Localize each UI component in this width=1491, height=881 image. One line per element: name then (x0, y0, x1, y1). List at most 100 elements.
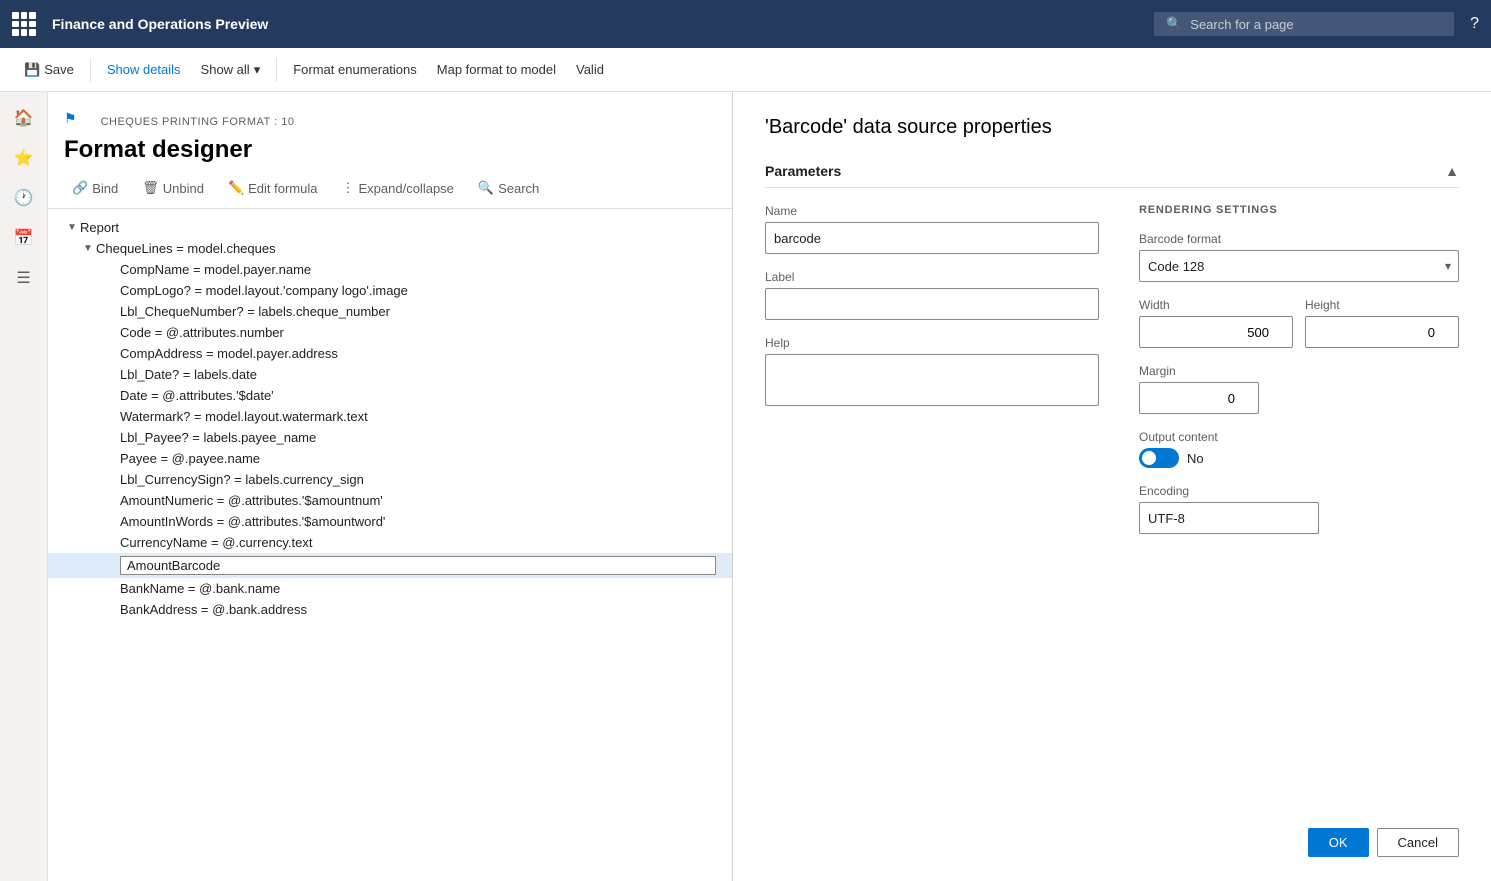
tree-item[interactable]: Lbl_CurrencySign? = labels.currency_sign (48, 469, 732, 490)
sidebar-icons: 🏠 ⭐ 🕐 📅 ☰ (0, 92, 48, 881)
height-label: Height (1305, 298, 1459, 312)
height-input[interactable] (1305, 316, 1459, 348)
output-content-group: Output content No (1139, 430, 1459, 468)
help-input[interactable] (765, 354, 1099, 406)
tree-item[interactable]: Payee = @.payee.name (48, 448, 732, 469)
help-icon[interactable]: ? (1470, 15, 1479, 33)
margin-input[interactable] (1139, 382, 1259, 414)
show-all-button[interactable]: Show all ▾ (193, 56, 269, 84)
ok-button[interactable]: OK (1308, 828, 1369, 857)
expand-icon: ⋮ (342, 180, 355, 196)
rendering-settings-header: RENDERING SETTINGS (1139, 204, 1459, 216)
calendar-icon-button[interactable]: 📅 (6, 220, 42, 256)
breadcrumb: CHEQUES PRINTING FORMAT : 10 (85, 104, 311, 132)
tree-item[interactable]: Lbl_Date? = labels.date (48, 364, 732, 385)
top-search-bar[interactable]: 🔍 Search for a page (1154, 12, 1454, 36)
list-icon-button[interactable]: ☰ (6, 260, 42, 296)
label-label: Label (765, 270, 1099, 284)
margin-label: Margin (1139, 364, 1459, 378)
tree-item[interactable]: ▼ Report (48, 217, 732, 238)
help-field-group: Help (765, 336, 1099, 411)
barcode-format-select[interactable]: Code 128 QR Code EAN-13 UPC-A PDF417 (1139, 250, 1459, 282)
output-content-toggle-row: No (1139, 448, 1459, 468)
search-button[interactable]: 🔍 Search (470, 176, 547, 200)
props-layout: Name Label Help RENDERING SETTINGS Barco… (765, 204, 1459, 550)
name-field-group: Name (765, 204, 1099, 254)
app-title: Finance and Operations Preview (52, 16, 1138, 32)
width-input[interactable] (1139, 316, 1293, 348)
filter-icon: ⚑ (64, 110, 77, 127)
expand-collapse-button[interactable]: ⋮ Expand/collapse (334, 176, 462, 200)
format-toolbar: 🔗 Bind 🗑 Unbind ✏️ Edit formula ⋮ Expand… (48, 176, 732, 209)
arrow-icon: ▼ (80, 243, 96, 254)
tree-item[interactable]: Code = @.attributes.number (48, 322, 732, 343)
tree-item[interactable]: AmountInWords = @.attributes.'$amountwor… (48, 511, 732, 532)
help-label: Help (765, 336, 1099, 350)
home-icon-button[interactable]: 🏠 (6, 100, 42, 136)
app-grid-icon[interactable] (12, 12, 36, 36)
width-height-row: Width Height (1139, 298, 1459, 348)
left-panel: ⚑ CHEQUES PRINTING FORMAT : 10 Format de… (48, 92, 733, 881)
bind-icon: 🔗 (72, 180, 88, 196)
panel-title: 'Barcode' data source properties (765, 116, 1459, 139)
chevron-down-icon: ▾ (254, 62, 261, 78)
divider2 (276, 58, 277, 82)
encoding-input[interactable] (1139, 502, 1319, 534)
label-input[interactable] (765, 288, 1099, 320)
unbind-button[interactable]: 🗑 Unbind (134, 176, 212, 200)
star-icon-button[interactable]: ⭐ (6, 140, 42, 176)
tree-item-selected[interactable]: AmountBarcode (48, 553, 732, 578)
barcode-format-select-wrapper: Code 128 QR Code EAN-13 UPC-A PDF417 ▾ (1139, 250, 1459, 282)
search-icon: 🔍 (1166, 16, 1182, 32)
tree-item[interactable]: Lbl_Payee? = labels.payee_name (48, 427, 732, 448)
tree-item[interactable]: CompLogo? = model.layout.'company logo'.… (48, 280, 732, 301)
tree-item[interactable]: Lbl_ChequeNumber? = labels.cheque_number (48, 301, 732, 322)
props-left: Name Label Help (765, 204, 1099, 550)
width-label: Width (1139, 298, 1293, 312)
tree-item[interactable]: CurrencyName = @.currency.text (48, 532, 732, 553)
encoding-label: Encoding (1139, 484, 1459, 498)
tree-item[interactable]: Watermark? = model.layout.watermark.text (48, 406, 732, 427)
show-details-button[interactable]: Show details (99, 56, 189, 83)
tree-area: ▼ Report ▼ ChequeLines = model.cheques C… (48, 209, 732, 881)
tree-item[interactable]: CompAddress = model.payer.address (48, 343, 732, 364)
tree-item[interactable]: BankAddress = @.bank.address (48, 599, 732, 620)
arrow-icon: ▼ (64, 222, 80, 233)
barcode-format-label: Barcode format (1139, 232, 1459, 246)
tree-item[interactable]: Date = @.attributes.'$date' (48, 385, 732, 406)
bind-button[interactable]: 🔗 Bind (64, 176, 126, 200)
top-nav: Finance and Operations Preview 🔍 Search … (0, 0, 1491, 48)
divider (90, 58, 91, 82)
edit-formula-button[interactable]: ✏️ Edit formula (220, 176, 326, 200)
name-label: Name (765, 204, 1099, 218)
name-input[interactable] (765, 222, 1099, 254)
cancel-button[interactable]: Cancel (1377, 828, 1459, 857)
format-enumerations-button[interactable]: Format enumerations (285, 56, 425, 83)
section-label: Parameters (765, 163, 841, 179)
valid-button[interactable]: Valid (568, 56, 612, 83)
panel-footer: OK Cancel (1308, 828, 1459, 857)
map-format-button[interactable]: Map format to model (429, 56, 564, 83)
unbind-icon: 🗑 (142, 180, 159, 196)
tree-item[interactable]: AmountNumeric = @.attributes.'$amountnum… (48, 490, 732, 511)
clock-icon-button[interactable]: 🕐 (6, 180, 42, 216)
tree-item[interactable]: ▼ ChequeLines = model.cheques (48, 238, 732, 259)
page-title: Format designer (48, 132, 732, 176)
tree-item[interactable]: CompName = model.payer.name (48, 259, 732, 280)
collapse-button[interactable]: ▲ (1445, 163, 1459, 179)
output-content-value: No (1187, 451, 1204, 466)
main-toolbar: 💾 Save Show details Show all ▾ Format en… (0, 48, 1491, 92)
encoding-field-group: Encoding (1139, 484, 1459, 534)
edit-icon: ✏️ (228, 180, 244, 196)
tree-item[interactable]: BankName = @.bank.name (48, 578, 732, 599)
save-button[interactable]: 💾 Save (16, 56, 82, 84)
width-field-group: Width (1139, 298, 1293, 348)
output-content-toggle[interactable] (1139, 448, 1179, 468)
props-right: RENDERING SETTINGS Barcode format Code 1… (1139, 204, 1459, 550)
properties-panel: 'Barcode' data source properties Paramet… (733, 92, 1491, 881)
toggle-thumb (1142, 451, 1156, 465)
main-container: 🏠 ⭐ 🕐 📅 ☰ ⚑ CHEQUES PRINTING FORMAT : 10… (0, 92, 1491, 881)
section-header: Parameters ▲ (765, 163, 1459, 188)
label-field-group: Label (765, 270, 1099, 320)
margin-field-group: Margin (1139, 364, 1459, 414)
